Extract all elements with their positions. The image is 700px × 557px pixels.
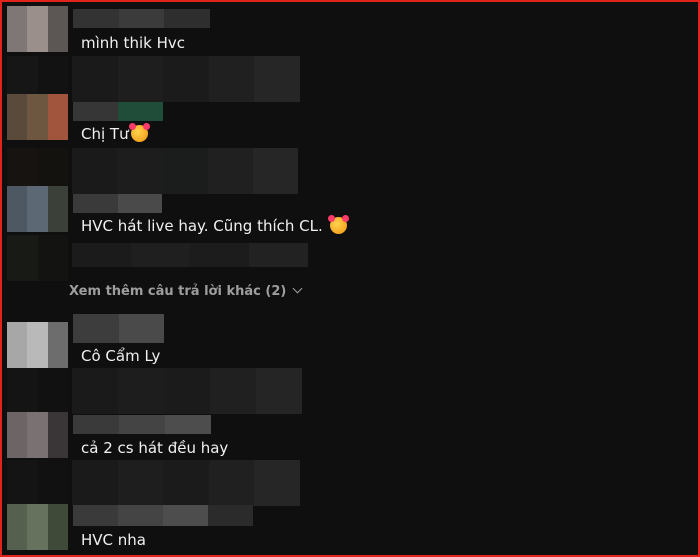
username-blurred[interactable] <box>73 9 210 28</box>
more-replies-button[interactable]: Xem thêm câu trả lời khác (2) <box>69 283 303 301</box>
username-blurred[interactable] <box>73 314 164 343</box>
blurred-content <box>72 148 298 194</box>
comment-text-content: HVC hát live hay. Cũng thích CL. <box>81 217 328 235</box>
more-replies-label: Xem thêm câu trả lời khác (2) <box>69 284 287 299</box>
comment-thread: mình thik Hvc Chị Tư HVC hát live hay. C… <box>0 0 700 557</box>
blurred-avatar <box>7 460 68 506</box>
comment-text: HVC nha <box>81 531 146 549</box>
comment-text-content: Chị Tư <box>81 125 129 143</box>
avatar[interactable] <box>7 6 68 52</box>
comment-text: Cô Cẩm Ly <box>81 347 161 365</box>
avatar[interactable] <box>7 94 68 140</box>
comment-text: mình thik Hvc <box>81 34 185 52</box>
blurred-content <box>72 368 302 414</box>
comment-text: HVC hát live hay. Cũng thích CL. <box>81 215 349 236</box>
avatar[interactable] <box>7 504 68 550</box>
username-blurred[interactable] <box>73 505 253 526</box>
blurred-content <box>72 460 300 506</box>
smiling-face-with-hearts-icon <box>128 123 150 142</box>
blurred-content <box>72 243 308 267</box>
blurred-content <box>72 56 300 102</box>
comment-text: cả 2 cs hát đều hay <box>81 439 229 457</box>
blurred-avatar <box>7 235 68 281</box>
avatar[interactable] <box>7 412 68 458</box>
username-blurred[interactable] <box>73 415 211 434</box>
avatar[interactable] <box>7 186 68 232</box>
username-blurred[interactable] <box>73 102 163 121</box>
username-blurred[interactable] <box>73 194 162 213</box>
smiling-face-with-hearts-icon <box>327 215 349 234</box>
blurred-avatar <box>7 368 68 414</box>
chevron-down-icon <box>292 283 303 294</box>
comment-text: Chị Tư <box>81 123 150 144</box>
avatar[interactable] <box>7 322 68 368</box>
